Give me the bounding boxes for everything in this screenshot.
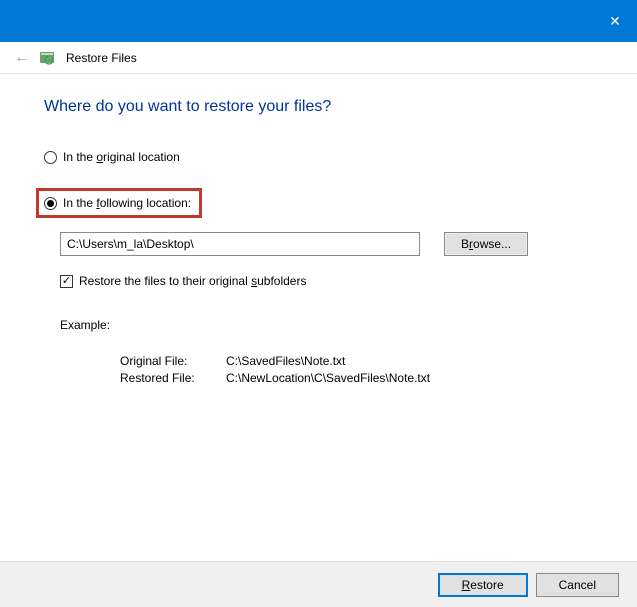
- radio-icon: [44, 151, 57, 164]
- footer: Restore Cancel: [0, 561, 637, 607]
- radio-label: In the original location: [63, 150, 180, 164]
- radio-icon-selected: [44, 197, 57, 210]
- example-row-original: Original File: C:\SavedFiles\Note.txt: [120, 354, 593, 368]
- example-value: C:\NewLocation\C\SavedFiles\Note.txt: [226, 371, 430, 385]
- cancel-button[interactable]: Cancel: [536, 573, 619, 597]
- example-title: Example:: [60, 318, 593, 332]
- example-value: C:\SavedFiles\Note.txt: [226, 354, 345, 368]
- page-title: Where do you want to restore your files?: [44, 98, 593, 116]
- checkbox-icon: [60, 275, 73, 288]
- example-label: Restored File:: [120, 371, 226, 385]
- app-title: Restore Files: [66, 51, 137, 65]
- example-row-restored: Restored File: C:\NewLocation\C\SavedFil…: [120, 371, 593, 385]
- titlebar: ✕: [0, 0, 637, 42]
- example-block: Example: Original File: C:\SavedFiles\No…: [60, 318, 593, 385]
- back-button[interactable]: ←: [14, 49, 30, 67]
- example-grid: Original File: C:\SavedFiles\Note.txt Re…: [120, 354, 593, 385]
- header-row: ← Restore Files: [0, 42, 637, 74]
- close-button[interactable]: ✕: [595, 6, 635, 36]
- restore-files-icon: [40, 50, 56, 66]
- restore-path-input[interactable]: [60, 232, 420, 256]
- highlight-annotation: In the following location:: [36, 188, 202, 218]
- radio-original-location[interactable]: In the original location: [44, 150, 593, 164]
- restore-button[interactable]: Restore: [438, 573, 528, 597]
- checkbox-label: Restore the files to their original subf…: [79, 274, 306, 288]
- restore-subfolders-checkbox[interactable]: Restore the files to their original subf…: [60, 274, 593, 288]
- path-row: Browse...: [60, 232, 593, 256]
- radio-label: In the following location:: [63, 196, 191, 210]
- example-label: Original File:: [120, 354, 226, 368]
- browse-button[interactable]: Browse...: [444, 232, 528, 256]
- close-icon: ✕: [609, 13, 621, 30]
- radio-following-location[interactable]: In the following location:: [44, 196, 191, 210]
- content-area: Where do you want to restore your files?…: [0, 74, 637, 385]
